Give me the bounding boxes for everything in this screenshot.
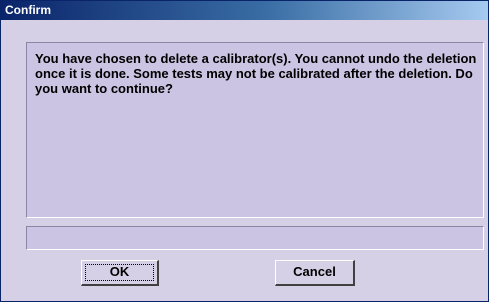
- cancel-button[interactable]: Cancel: [275, 260, 355, 286]
- cancel-button-label: Cancel: [293, 264, 336, 279]
- window-title: Confirm: [5, 3, 51, 17]
- message-panel: You have chosen to delete a calibrator(s…: [26, 42, 484, 218]
- confirmation-message: You have chosen to delete a calibrator(s…: [35, 51, 477, 96]
- ok-button-label: OK: [109, 264, 130, 279]
- status-field: [26, 226, 484, 250]
- title-bar[interactable]: Confirm: [1, 1, 488, 20]
- confirm-dialog: Confirm You have chosen to delete a cali…: [0, 0, 489, 302]
- ok-button[interactable]: OK: [81, 260, 159, 286]
